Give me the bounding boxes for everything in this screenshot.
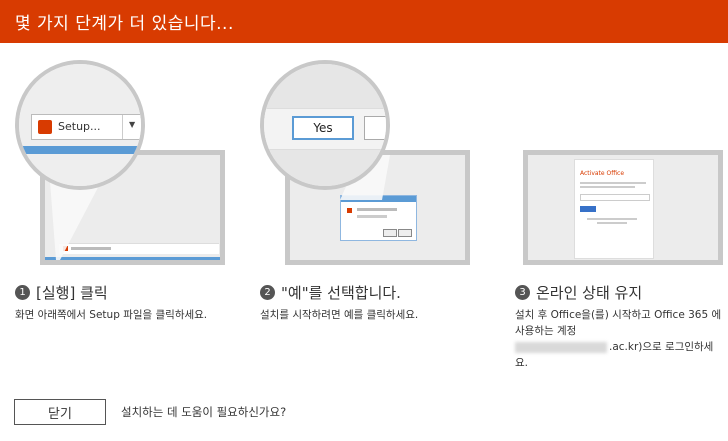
activate-dialog-title: Activate Office [580,170,625,177]
setup-download-button[interactable]: Setup... ▼ [31,114,141,140]
step-2-label: 2 "예"를 선택합니다. [260,282,401,303]
help-link[interactable]: 설치하는 데 도움이 필요하신가요? [121,404,286,420]
step-1: Setup... ▼ 1 [실행] 클릭 화면 아래쪽에서 Setup 파일을 … [15,60,225,380]
next-button-illustration [580,206,596,212]
monitor-illustration: Activate Office [523,150,723,265]
header-bar: 몇 가지 단계가 더 있습니다... [0,0,728,43]
setup-button-label: Setup... [58,120,101,133]
activate-office-dialog: Activate Office [574,159,654,259]
step-2-description: 설치를 시작하려면 예를 클릭하세요. [260,309,419,321]
chevron-down-icon[interactable]: ▼ [129,120,135,129]
close-button[interactable]: 닫기 [14,399,106,425]
taskbar-zoomed [19,146,141,154]
page-title: 몇 가지 단계가 더 있습니다... [15,14,234,34]
zoom-circle: Yes [260,60,390,190]
step-number-badge: 2 [260,285,275,300]
redacted-account [515,341,607,353]
zoom-circle: Setup... ▼ [15,60,145,190]
email-field-illustration [580,194,650,201]
step-2: Yes 2 "예"를 선택합니다. 설치를 시작하려면 예를 클릭하세요. [260,60,470,380]
step-3-label: 3 온라인 상태 유지 [515,282,642,303]
step-3-description-line: 설치 후 Office을(를) 시작하고 Office 365 에 사용하는 계… [515,309,722,337]
step-3: Activate Office 3 온라인 상태 유지 설치 후 Office을… [515,60,725,380]
step-1-label: 1 [실행] 클릭 [15,282,108,303]
office-logo-icon [38,120,52,134]
step-1-description: 화면 아래쪽에서 Setup 파일을 클릭하세요. [15,309,208,321]
step-number-badge: 3 [515,285,530,300]
no-button[interactable] [364,116,386,140]
yes-button[interactable]: Yes [292,116,354,140]
step-title: [실행] 클릭 [36,284,108,302]
step-title: 온라인 상태 유지 [536,284,643,302]
step-title: "예"를 선택합니다. [281,284,401,302]
step-number-badge: 1 [15,285,30,300]
step-3-description: 설치 후 Office을(를) 시작하고 Office 365 에 사용하는 계… [515,307,725,371]
